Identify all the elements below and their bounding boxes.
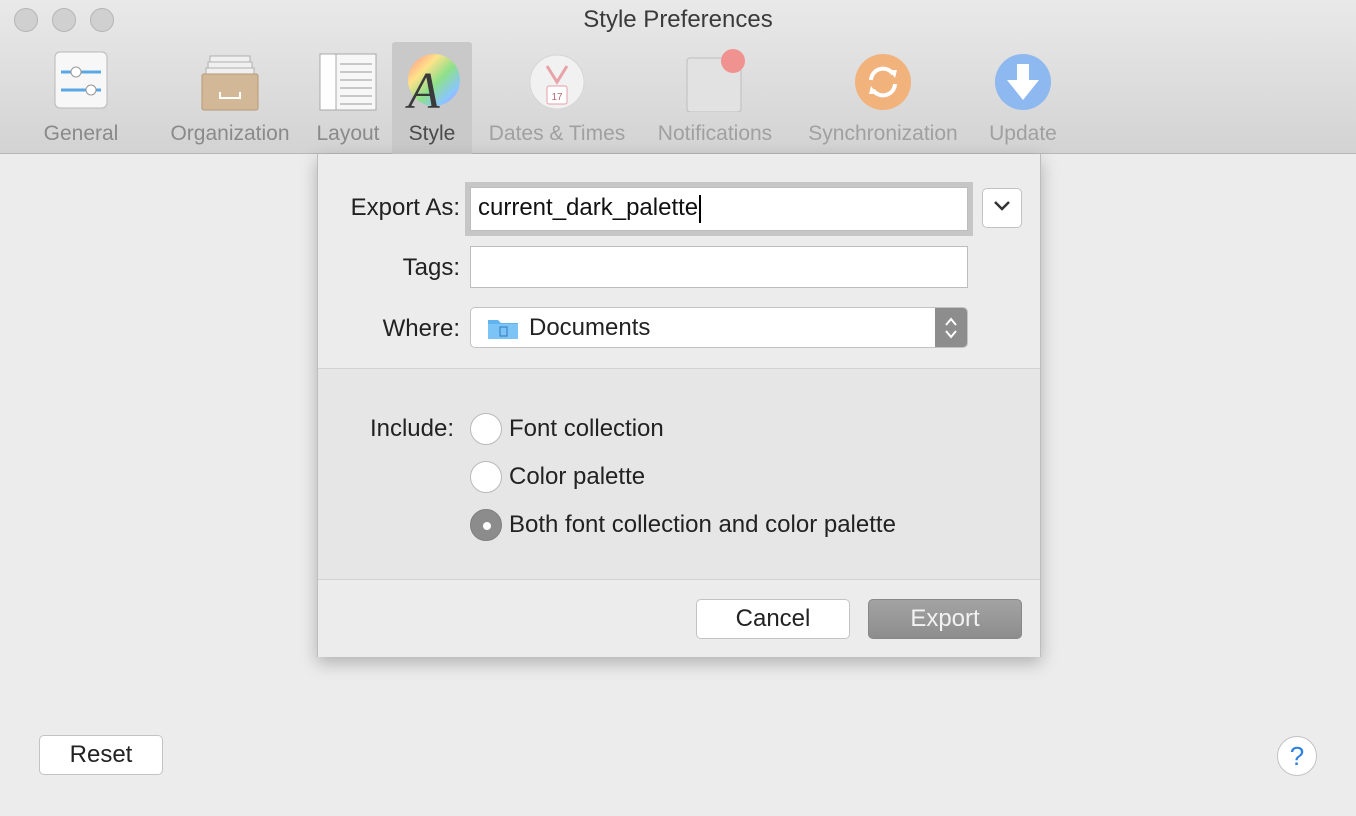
option-font-collection-label: Font collection	[509, 415, 664, 442]
expand-dialog-button[interactable]	[982, 188, 1022, 228]
radio-font-collection[interactable]	[470, 413, 502, 445]
include-label: Include:	[369, 415, 454, 442]
option-color-palette[interactable]: Color palette	[470, 461, 645, 493]
include-section: Include: Font collection Color palette B…	[318, 368, 1040, 580]
preferences-toolbar: General Organization Layout A Style 17 D…	[0, 42, 1356, 154]
window-title: Style Preferences	[583, 6, 773, 33]
tab-synchronization-label: Synchronization	[808, 122, 958, 145]
export-button[interactable]: Export	[868, 599, 1022, 639]
tab-style[interactable]: A Style	[392, 42, 472, 154]
color-wheel-icon: A	[402, 48, 462, 120]
export-as-value: current_dark_palette	[478, 194, 699, 221]
tab-dates-times[interactable]: 17 Dates & Times	[478, 42, 636, 154]
tab-dates-times-label: Dates & Times	[488, 122, 626, 145]
calendar-day-number: 17	[551, 92, 563, 103]
notification-badge-icon	[685, 48, 745, 113]
tags-field[interactable]	[470, 246, 968, 288]
option-both-label: Both font collection and color palette	[509, 511, 896, 538]
sync-icon	[853, 48, 913, 112]
export-as-field[interactable]: current_dark_palette	[470, 187, 968, 231]
tab-synchronization[interactable]: Synchronization	[796, 42, 970, 154]
layout-icon	[318, 48, 378, 112]
svg-text:A: A	[405, 63, 440, 112]
radio-both[interactable]	[470, 509, 502, 541]
tab-general-label: General	[43, 122, 119, 145]
sheet-buttons: Cancel Export	[318, 580, 1040, 657]
calendar-icon: 17	[527, 48, 587, 112]
help-button[interactable]: ?	[1277, 736, 1317, 776]
chevron-down-icon	[993, 199, 1011, 217]
option-font-collection[interactable]: Font collection	[470, 413, 664, 445]
export-sheet: Export As: current_dark_palette Tags: Wh…	[317, 154, 1041, 657]
sliders-icon	[51, 48, 111, 112]
cancel-button[interactable]: Cancel	[696, 599, 850, 639]
tab-organization[interactable]: Organization	[160, 42, 300, 154]
export-as-label: Export As:	[350, 194, 460, 221]
tab-general[interactable]: General	[36, 42, 126, 154]
tags-label: Tags:	[402, 254, 460, 281]
folder-icon	[487, 316, 519, 340]
radio-color-palette[interactable]	[470, 461, 502, 493]
tab-update-label: Update	[989, 122, 1057, 145]
where-value: Documents	[529, 313, 651, 341]
option-color-palette-label: Color palette	[509, 463, 646, 490]
window-toolbar: Style Preferences General Organization L…	[0, 0, 1356, 154]
updown-chevron-icon	[935, 308, 967, 347]
drawer-icon	[200, 48, 260, 112]
reset-button[interactable]: Reset	[39, 735, 163, 775]
tab-notifications[interactable]: Notifications	[646, 42, 784, 154]
question-mark-icon: ?	[1289, 740, 1305, 771]
tab-organization-label: Organization	[170, 122, 290, 145]
tab-update[interactable]: Update	[982, 42, 1064, 154]
text-cursor	[699, 194, 702, 223]
tab-style-label: Style	[408, 122, 456, 145]
where-label: Where:	[382, 315, 460, 342]
tab-notifications-label: Notifications	[657, 122, 773, 145]
tab-layout-label: Layout	[316, 122, 380, 145]
where-popup[interactable]: Documents	[470, 307, 968, 348]
option-both[interactable]: Both font collection and color palette	[470, 509, 896, 541]
export-name-section: Export As: current_dark_palette Tags: Wh…	[318, 154, 1040, 368]
tab-layout[interactable]: Layout	[310, 42, 386, 154]
download-arrow-icon	[993, 48, 1053, 112]
